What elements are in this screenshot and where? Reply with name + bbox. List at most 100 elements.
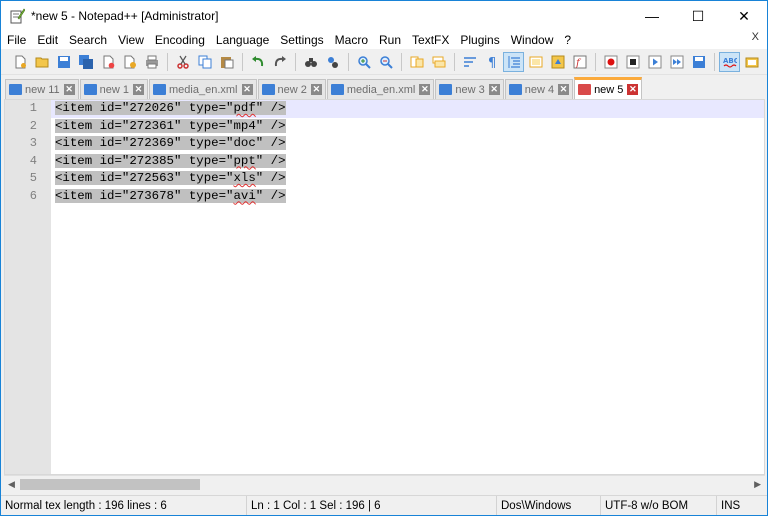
user-language-button[interactable] xyxy=(525,52,546,72)
tab-new-2[interactable]: new 2 ✕ xyxy=(257,79,326,99)
menu-run[interactable]: Run xyxy=(373,33,406,47)
show-all-chars-button[interactable]: ¶ xyxy=(481,52,502,72)
selected-text: <item id="273678" type="avi" /> xyxy=(55,188,286,203)
toolbar-separator xyxy=(595,52,596,71)
code-text: <item id="272361" type=" xyxy=(55,118,234,133)
record-macro-button[interactable] xyxy=(600,52,621,72)
menu-plugins[interactable]: Plugins xyxy=(454,33,504,47)
close-document-button[interactable]: X xyxy=(752,31,759,43)
selected-text: <item id="272026" type="pdf" /> xyxy=(55,101,286,115)
undo-button[interactable] xyxy=(247,52,268,72)
sync-vertical-button[interactable] xyxy=(406,52,427,72)
tab-close-icon[interactable]: ✕ xyxy=(488,84,500,95)
save-button[interactable] xyxy=(53,52,74,72)
menu-macro[interactable]: Macro xyxy=(329,33,373,47)
save-macro-icon xyxy=(692,55,705,68)
status-type-length: Normal tex length : 196 lines : 6 xyxy=(1,495,247,515)
code-area[interactable]: <item id="272026" type="pdf" /> <item id… xyxy=(51,100,764,474)
tab-close-icon[interactable]: ✕ xyxy=(558,84,570,95)
menu-view[interactable]: View xyxy=(112,33,149,47)
notepadpp-app-icon xyxy=(10,8,25,24)
tab-close-icon[interactable]: ✕ xyxy=(419,84,431,95)
tab-close-icon[interactable]: ✕ xyxy=(133,84,145,95)
stop-record-button[interactable] xyxy=(622,52,643,72)
tab-label: new 3 xyxy=(455,83,485,96)
code-line[interactable]: <item id="272026" type="pdf" /> xyxy=(51,100,764,118)
menu-textfx[interactable]: TextFX xyxy=(406,33,454,47)
spell-error: avi xyxy=(233,188,256,203)
notepadpp-window: *new 5 - Notepad++ [Administrator] — ☐ ✕… xyxy=(0,0,768,516)
tab-new-11[interactable]: new 11 ✕ xyxy=(5,79,79,99)
copy-button[interactable] xyxy=(194,52,215,72)
menu-encoding[interactable]: Encoding xyxy=(149,33,210,47)
paste-button[interactable] xyxy=(216,52,237,72)
word-wrap-button[interactable] xyxy=(459,52,480,72)
svg-text:ABC: ABC xyxy=(723,57,737,65)
code-line[interactable]: <item id="273678" type="avi" /> xyxy=(51,188,764,206)
save-icon xyxy=(57,55,70,68)
menu-settings[interactable]: Settings xyxy=(274,33,328,47)
tab-media-en-xml-2[interactable]: media_en.xml ✕ xyxy=(326,79,435,99)
tab-close-icon[interactable]: ✕ xyxy=(627,84,639,95)
close-button[interactable]: ✕ xyxy=(721,1,767,31)
redo-button[interactable] xyxy=(269,52,290,72)
spell-check-button[interactable]: ABC xyxy=(719,51,740,72)
code-line[interactable]: <item id="272385" type="ppt" /> xyxy=(51,153,764,171)
zoom-out-button[interactable] xyxy=(375,52,396,72)
scrollbar-thumb[interactable] xyxy=(20,479,200,490)
menu-edit[interactable]: Edit xyxy=(31,33,63,47)
spell-error: xls xyxy=(233,171,256,185)
function-list-button[interactable]: f xyxy=(569,52,590,72)
menu-search[interactable]: Search xyxy=(63,33,112,47)
clipboard-history-button[interactable] xyxy=(741,52,762,72)
maximize-button[interactable]: ☐ xyxy=(675,1,721,31)
tab-media-en-xml[interactable]: media_en.xml ✕ xyxy=(149,79,257,99)
new-file-button[interactable] xyxy=(9,52,30,72)
replace-button[interactable] xyxy=(322,52,343,72)
tab-close-icon[interactable]: ✕ xyxy=(63,84,75,95)
code-line[interactable]: <item id="272563" type="xls" /> xyxy=(51,170,764,188)
tab-new-3[interactable]: new 3 ✕ xyxy=(435,79,504,99)
line-number: 6 xyxy=(29,188,37,203)
editor-pane[interactable]: 1 2 3 4 5 6 <item id="272026" type="pdf"… xyxy=(4,99,765,475)
scroll-left-icon[interactable]: ◀ xyxy=(8,479,15,490)
line-number-gutter: 1 2 3 4 5 6 xyxy=(5,100,51,474)
user-language-icon xyxy=(529,56,542,67)
code-text: <item id="272369" type=" xyxy=(55,136,234,150)
save-macro-button[interactable] xyxy=(688,52,709,72)
horizontal-scrollbar[interactable]: ◀ ▶ xyxy=(4,475,765,492)
play-macro-button[interactable] xyxy=(644,52,665,72)
menu-file[interactable]: File xyxy=(1,33,31,47)
run-macro-multiple-button[interactable] xyxy=(666,52,687,72)
tab-new-1[interactable]: new 1 ✕ xyxy=(79,79,149,99)
code-line[interactable]: <item id="272361" type="mp4" /> xyxy=(51,118,764,136)
indent-guide-button[interactable] xyxy=(503,51,524,72)
code-text: " /> xyxy=(255,171,286,185)
code-line[interactable]: <item id="272369" type="doc" /> xyxy=(51,135,764,153)
close-all-button[interactable] xyxy=(119,52,140,72)
save-all-button[interactable] xyxy=(75,52,96,72)
tab-label: new 1 xyxy=(99,83,130,96)
paste-icon xyxy=(220,56,233,68)
code-text: mp4 xyxy=(233,118,256,133)
tab-label: media_en.xml xyxy=(169,83,238,96)
cut-button[interactable] xyxy=(172,52,193,72)
open-file-button[interactable] xyxy=(31,52,52,72)
menu-language[interactable]: Language xyxy=(210,33,274,47)
zoom-in-button[interactable] xyxy=(353,52,374,72)
tab-new-5[interactable]: new 5 ✕ xyxy=(574,77,643,99)
menu-help[interactable]: ? xyxy=(558,33,576,47)
close-file-button[interactable] xyxy=(97,52,118,72)
sync-horizontal-button[interactable] xyxy=(428,52,449,72)
tab-close-icon[interactable]: ✕ xyxy=(310,84,322,95)
print-button[interactable] xyxy=(141,52,162,72)
saved-file-icon xyxy=(508,84,522,95)
find-button[interactable] xyxy=(300,52,321,72)
scroll-right-icon[interactable]: ▶ xyxy=(754,479,761,490)
document-map-button[interactable] xyxy=(547,52,568,72)
minimize-button[interactable]: — xyxy=(629,1,675,31)
tab-new-4[interactable]: new 4 ✕ xyxy=(504,79,574,99)
status-eol: Dos\Windows xyxy=(497,495,601,515)
menu-window[interactable]: Window xyxy=(505,33,559,47)
tab-close-icon[interactable]: ✕ xyxy=(241,84,253,95)
